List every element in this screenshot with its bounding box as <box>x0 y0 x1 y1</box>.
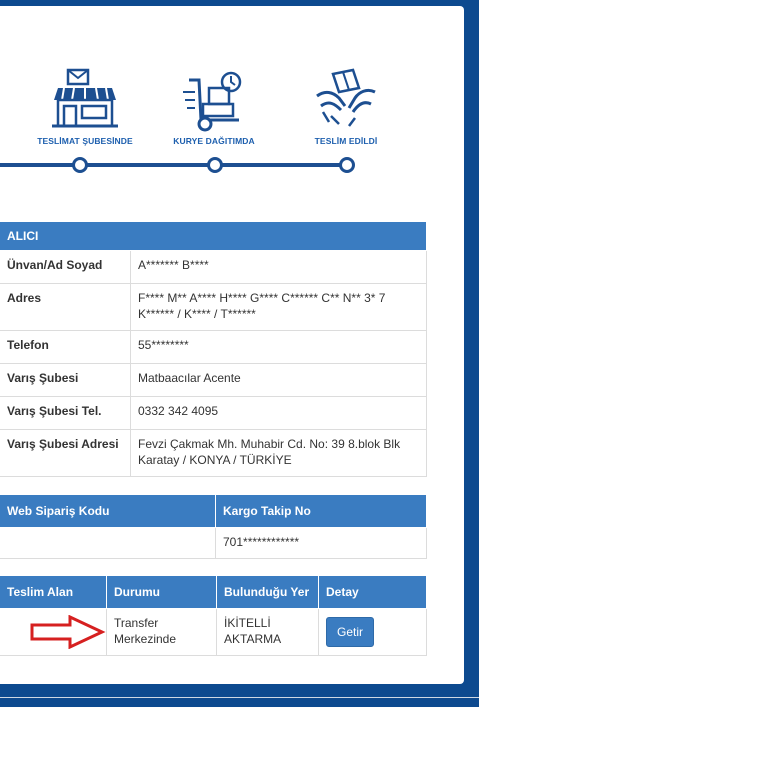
delivered-hands-icon <box>316 68 376 127</box>
row-value: 55******** <box>130 330 427 364</box>
row-label: Adres <box>0 283 131 331</box>
step-label: TESLİM EDİLDİ <box>314 136 378 146</box>
table-row: Varış Şubesi Tel. 0332 342 4095 <box>0 396 427 430</box>
table-row: 701************ <box>0 527 427 559</box>
row-label: Varış Şubesi <box>0 363 131 397</box>
getir-button[interactable]: Getir <box>326 617 375 647</box>
row-value: 0332 342 4095 <box>130 396 427 430</box>
delivery-steps: TESLİMAT ŞUBESİNDE KURYE DAĞITIMDA TESLİ… <box>0 66 464 186</box>
row-value: A******* B**** <box>130 250 427 284</box>
order-table: Web Sipariş Kodu Kargo Takip No 701*****… <box>0 494 427 559</box>
step-label: KURYE DAĞITIMDA <box>173 136 255 146</box>
table-row: Adres F**** M** A**** H**** G**** C*****… <box>0 283 427 331</box>
progress-track <box>0 163 350 167</box>
tracking-number: 701************ <box>215 527 427 559</box>
recipient-header: ALICI <box>0 221 427 251</box>
status-cell: Transfer Merkezinde <box>106 608 217 656</box>
step-teslimat-subesinde: TESLİMAT ŞUBESİNDE <box>15 66 155 146</box>
row-value: Matbaacılar Acente <box>130 363 427 397</box>
column-header: Durumu <box>106 575 217 609</box>
location-cell: İKİTELLİ AKTARMA <box>216 608 319 656</box>
recipient-table: ALICI Ünvan/Ad Soyad A******* B**** Adre… <box>0 221 427 477</box>
table-row: Ünvan/Ad Soyad A******* B**** <box>0 250 427 284</box>
branch-store-icon <box>52 68 118 128</box>
row-label: Ünvan/Ad Soyad <box>0 250 131 284</box>
step-dot <box>207 157 223 173</box>
step-dot <box>72 157 88 173</box>
step-teslim-edildi: TESLİM EDİLDİ <box>276 66 416 146</box>
row-value: F**** M** A**** H**** G**** C****** C** … <box>130 283 427 331</box>
table-row: Varış Şubesi Matbaacılar Acente <box>0 363 427 397</box>
column-header: Web Sipariş Kodu <box>0 494 216 528</box>
table-row: Telefon 55******** <box>0 330 427 364</box>
column-header: Kargo Takip No <box>215 494 427 528</box>
row-label: Varış Şubesi Tel. <box>0 396 131 430</box>
column-header: Detay <box>318 575 427 609</box>
row-value: Fevzi Çakmak Mh. Muhabir Cd. No: 39 8.bl… <box>130 429 427 477</box>
divider <box>0 697 479 698</box>
row-label: Telefon <box>0 330 131 364</box>
column-header: Teslim Alan <box>0 575 107 609</box>
row-label: Varış Şubesi Adresi <box>0 429 131 477</box>
table-row: Varış Şubesi Adresi Fevzi Çakmak Mh. Muh… <box>0 429 427 477</box>
step-label: TESLİMAT ŞUBESİNDE <box>37 136 133 146</box>
web-order-code <box>0 527 216 559</box>
courier-trolley-icon <box>183 71 242 132</box>
column-header: Bulunduğu Yer <box>216 575 319 609</box>
step-dot <box>339 157 355 173</box>
step-kurye-dagitimda: KURYE DAĞITIMDA <box>144 66 284 146</box>
annotation-arrow-icon <box>30 615 106 649</box>
detail-cell: Getir <box>318 608 427 656</box>
